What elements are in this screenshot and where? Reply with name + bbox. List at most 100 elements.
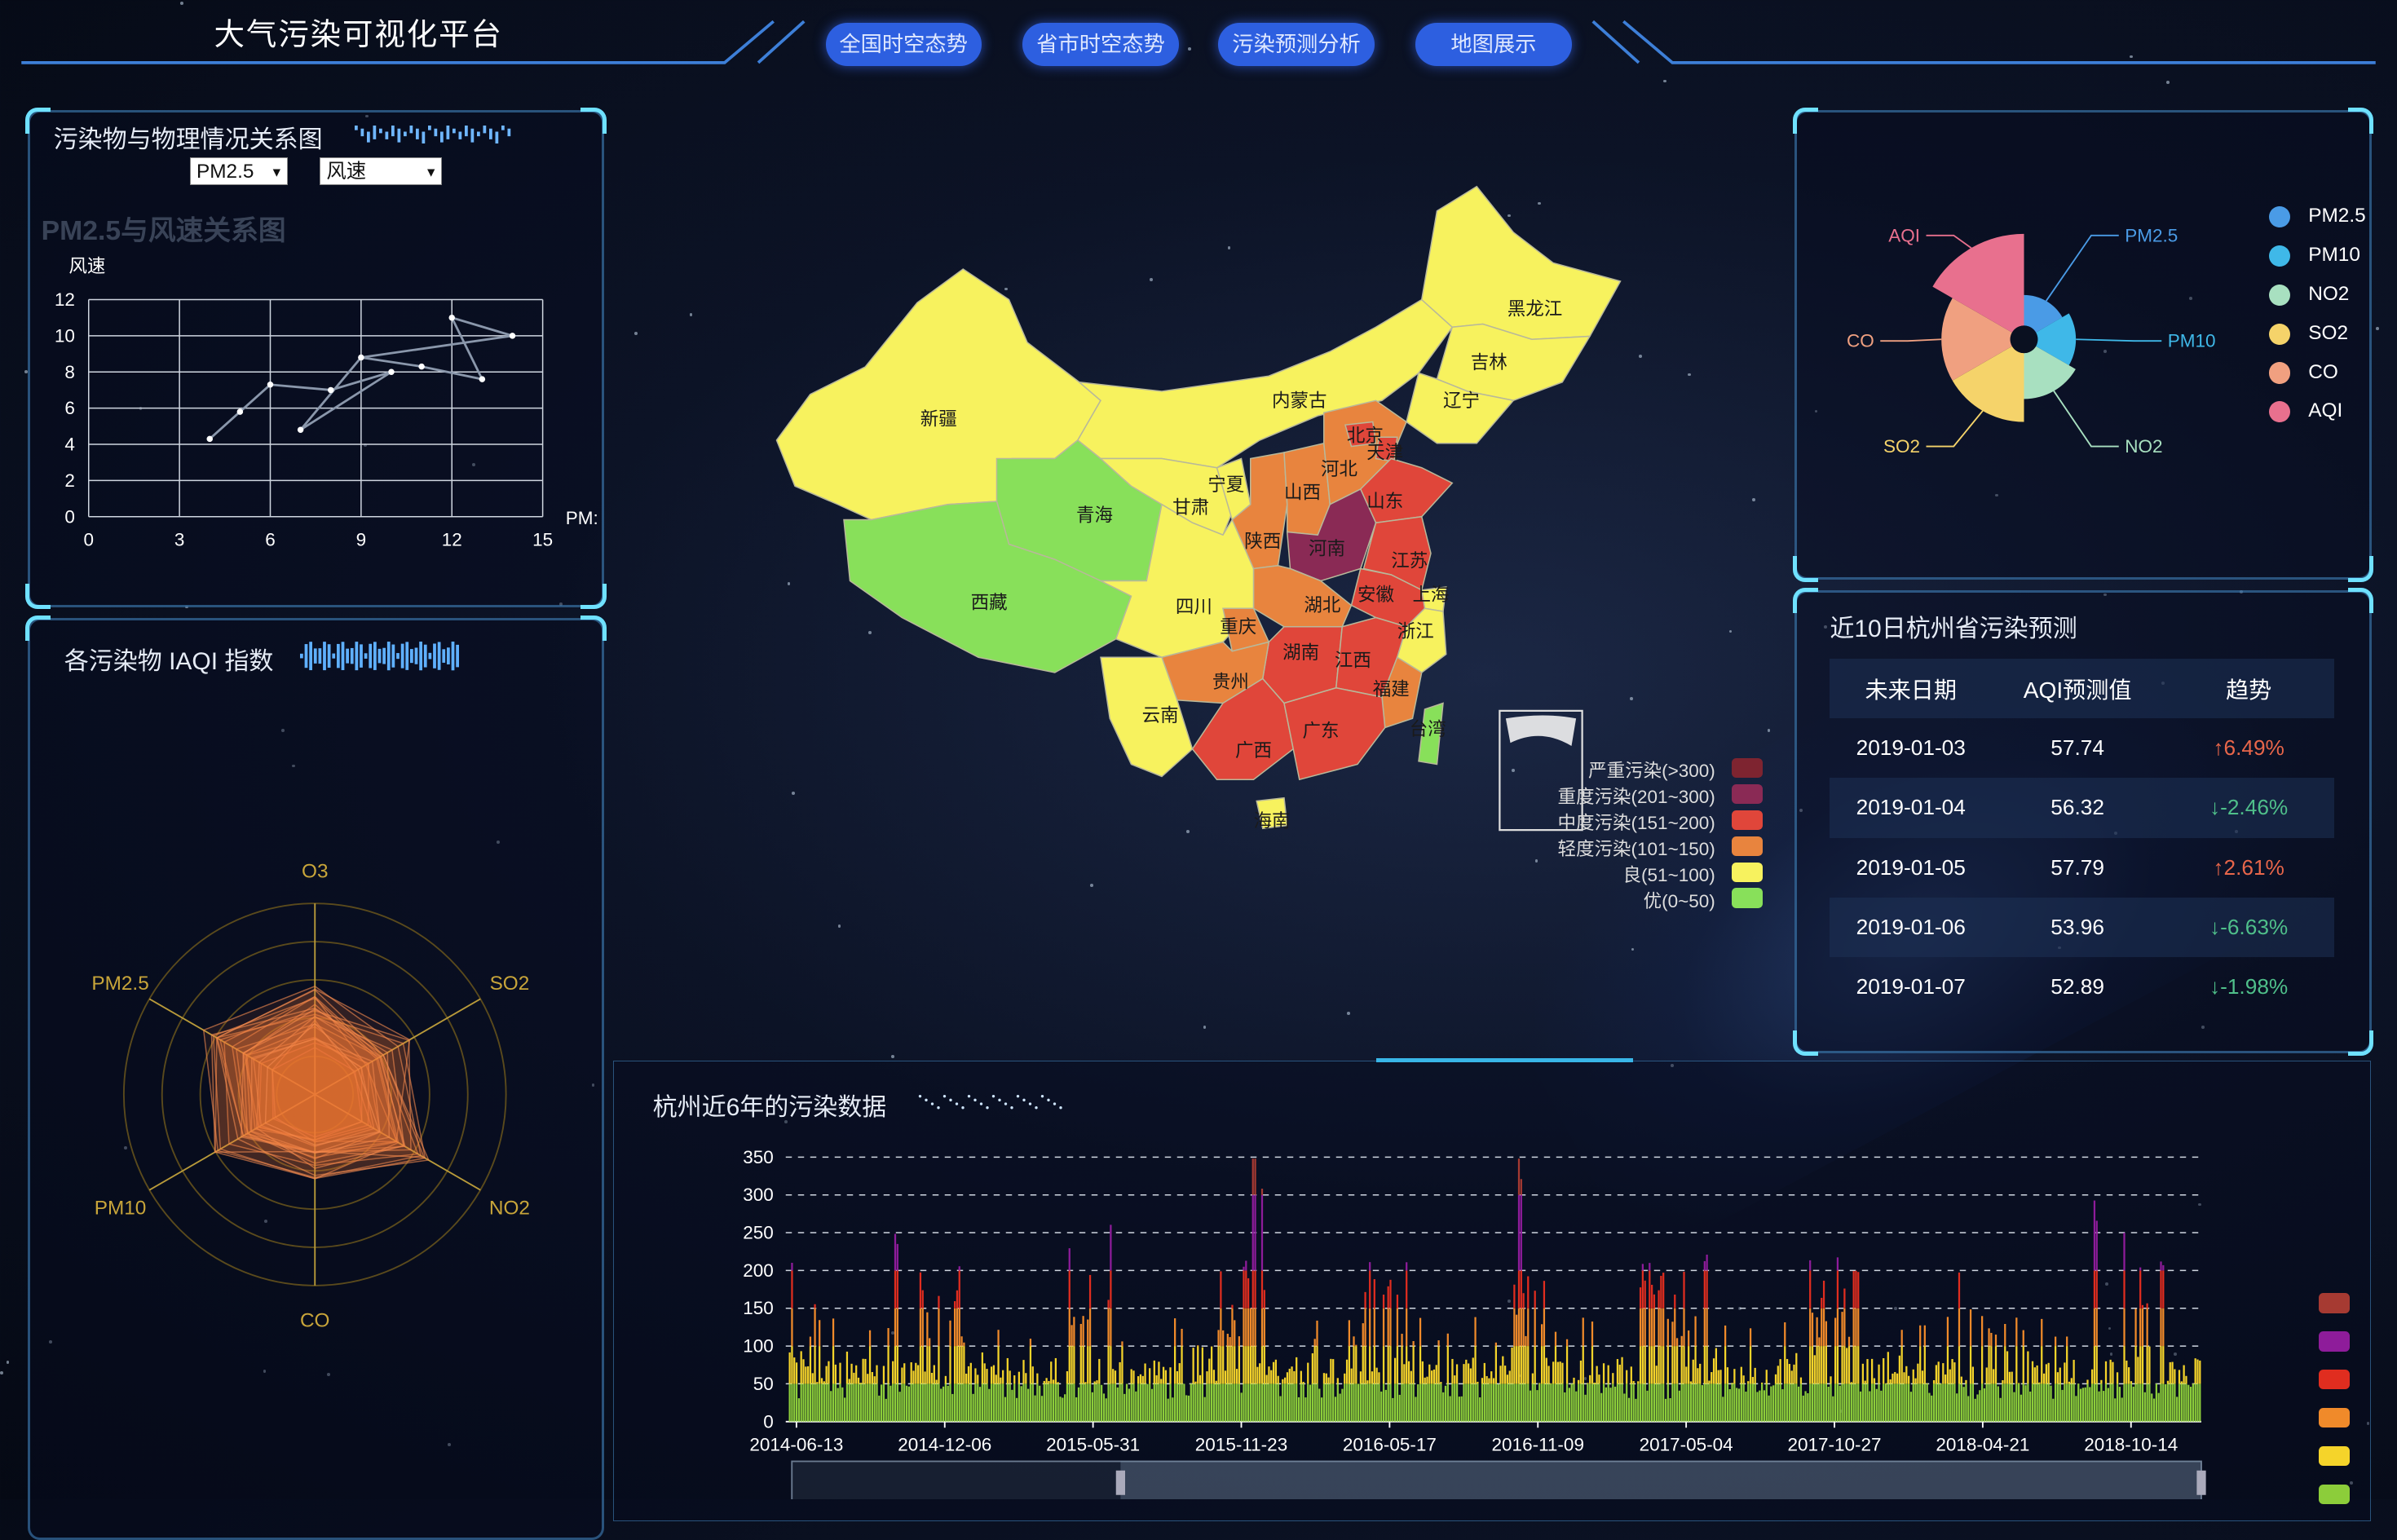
y-tick-label: 100 xyxy=(743,1336,774,1357)
data-bar xyxy=(1541,1324,1543,1346)
data-bar xyxy=(1450,1397,1451,1422)
data-bar xyxy=(1905,1366,1907,1384)
data-bar xyxy=(1848,1337,1850,1346)
data-bar xyxy=(2038,1383,2040,1421)
data-bar xyxy=(1176,1383,1178,1421)
y-tick-label: 50 xyxy=(753,1374,774,1394)
data-bar xyxy=(2162,1265,2164,1270)
data-bar xyxy=(2006,1351,2008,1383)
data-zoom-window[interactable] xyxy=(1120,1462,2201,1500)
data-bar xyxy=(949,1346,951,1383)
data-bar xyxy=(926,1383,928,1421)
data-bar xyxy=(1174,1346,1176,1383)
data-bar xyxy=(1621,1383,1622,1421)
data-bar xyxy=(1349,1383,1350,1421)
data-bar xyxy=(1156,1383,1158,1421)
data-bar xyxy=(1511,1348,1512,1384)
data-bar xyxy=(1719,1370,1721,1383)
data-bar xyxy=(1513,1308,1515,1346)
data-bar xyxy=(1073,1383,1075,1421)
data-bar xyxy=(1388,1383,1389,1421)
data-bar xyxy=(1633,1381,1635,1383)
data-bar xyxy=(841,1388,843,1422)
data-bar xyxy=(1953,1383,1955,1421)
data-bar xyxy=(1220,1346,1221,1383)
data-bar xyxy=(1123,1394,1125,1422)
data-bar xyxy=(1662,1308,1664,1346)
data-bar xyxy=(1254,1158,1256,1194)
data-bar xyxy=(903,1383,905,1421)
timeline-legend-swatch xyxy=(2319,1408,2350,1427)
data-bar xyxy=(1694,1317,1696,1347)
data-bar xyxy=(945,1376,947,1384)
data-bar xyxy=(1154,1361,1155,1384)
data-bar xyxy=(819,1383,820,1421)
data-bar xyxy=(796,1362,797,1383)
data-bar xyxy=(1002,1383,1004,1421)
data-bar xyxy=(1254,1270,1256,1308)
data-bar xyxy=(1775,1375,1777,1384)
data-bar xyxy=(1927,1383,1928,1384)
data-bar xyxy=(2059,1383,2061,1421)
data-bar xyxy=(1383,1383,1384,1421)
data-bar xyxy=(954,1301,956,1308)
data-bar xyxy=(2160,1383,2161,1421)
data-bar xyxy=(1490,1371,1492,1383)
data-bar xyxy=(1958,1308,1960,1346)
data-bar xyxy=(1853,1346,1855,1383)
data-bar xyxy=(1724,1326,1726,1346)
x-tick-label: 2018-10-14 xyxy=(2084,1434,2178,1454)
zoom-handle-left[interactable] xyxy=(1116,1471,1125,1495)
data-bar xyxy=(1326,1374,1327,1384)
data-bar xyxy=(1353,1383,1354,1421)
data-bar xyxy=(1273,1383,1274,1421)
data-bar xyxy=(1851,1383,1852,1421)
data-bar xyxy=(1583,1383,1584,1421)
zoom-handle-right[interactable] xyxy=(2196,1471,2205,1495)
data-bar xyxy=(1408,1361,1410,1384)
data-bar xyxy=(1115,1383,1116,1421)
data-bar xyxy=(1901,1330,1903,1346)
data-bar xyxy=(1536,1390,1538,1422)
data-bar xyxy=(1119,1362,1121,1383)
data-bar xyxy=(1555,1346,1556,1383)
data-bar xyxy=(839,1363,841,1384)
data-bar xyxy=(1814,1355,1816,1383)
data-bar xyxy=(1963,1387,1965,1422)
data-bar xyxy=(1516,1315,1517,1346)
data-bar xyxy=(1793,1383,1794,1421)
data-bar xyxy=(974,1368,976,1383)
data-bar xyxy=(903,1363,905,1383)
data-bar xyxy=(1894,1383,1896,1421)
data-bar xyxy=(805,1383,806,1421)
data-bar xyxy=(2160,1346,2161,1383)
data-bar xyxy=(2128,1367,2130,1383)
data-bar xyxy=(830,1391,832,1422)
data-bar xyxy=(1474,1383,1476,1421)
data-bar xyxy=(1504,1383,1506,1421)
data-bar xyxy=(1560,1361,1561,1383)
data-bar xyxy=(1266,1383,1268,1421)
data-bar xyxy=(1704,1261,1706,1270)
data-bar xyxy=(1406,1270,1407,1308)
data-bar xyxy=(1146,1384,1148,1422)
data-bar xyxy=(1243,1308,1244,1346)
data-bar xyxy=(1681,1383,1683,1421)
data-bar xyxy=(1598,1375,1600,1383)
data-bar xyxy=(1383,1346,1384,1383)
data-bar xyxy=(1715,1383,1717,1421)
data-bar xyxy=(1126,1384,1128,1422)
data-bar xyxy=(977,1383,978,1421)
data-bar xyxy=(1070,1383,1072,1421)
data-bar xyxy=(1755,1383,1756,1421)
data-bar xyxy=(2117,1372,2118,1383)
data-bar xyxy=(1715,1348,1717,1384)
data-bar xyxy=(1546,1383,1547,1421)
data-bar xyxy=(1511,1383,1512,1421)
data-bar xyxy=(1103,1393,1105,1421)
data-bar xyxy=(1890,1379,1892,1383)
data-bar xyxy=(938,1346,939,1383)
data-bar xyxy=(2043,1374,2045,1384)
data-bar xyxy=(968,1366,969,1383)
data-bar xyxy=(1426,1383,1428,1421)
